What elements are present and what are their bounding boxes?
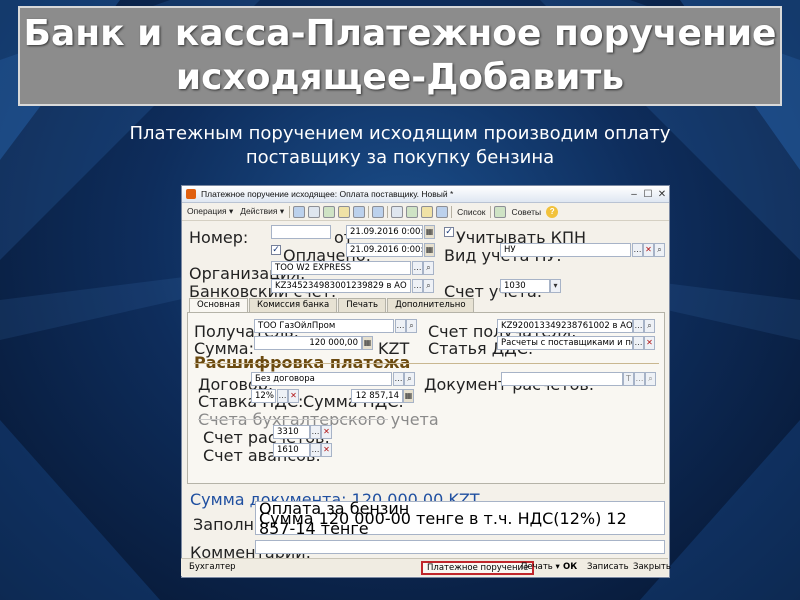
contract-input[interactable]: Без договора (251, 372, 392, 386)
tab-bar: Основная Комиссия банка Печать Дополните… (189, 298, 474, 312)
clear-icon[interactable]: ✕ (321, 425, 332, 439)
copy-icon[interactable] (293, 205, 306, 218)
comment-input[interactable] (255, 540, 665, 554)
select-button[interactable]: … (632, 243, 643, 257)
search-icon[interactable]: ⌕ (423, 279, 434, 293)
maximize-button[interactable]: ☐ (641, 188, 655, 201)
vat-sum-input[interactable]: 12 857,14 (351, 389, 403, 403)
close-button[interactable]: Закрыть (629, 561, 675, 575)
current-user: Бухгалтер (189, 562, 236, 572)
clear-icon[interactable]: ✕ (288, 389, 299, 403)
select-button[interactable]: … (633, 319, 644, 333)
recipient-input[interactable]: ТОО ГазОйлПром (254, 319, 394, 333)
tab-bank-commission[interactable]: Комиссия банка (249, 298, 338, 312)
section-divider (198, 419, 388, 420)
tab-main[interactable]: Основная (189, 298, 249, 312)
search-icon[interactable]: ⌕ (645, 372, 656, 386)
select-button[interactable]: … (412, 261, 423, 275)
search-icon[interactable]: ⌕ (423, 261, 434, 275)
window-titlebar[interactable]: Платежное поручение исходящее: Оплата по… (182, 186, 669, 203)
calculator-icon[interactable]: ▦ (403, 389, 414, 403)
tips-button[interactable]: Советы (509, 207, 543, 217)
section-divider (194, 363, 659, 364)
dds-input[interactable]: Расчеты с поставщиками и подрядчиками (497, 336, 633, 350)
close-window-button[interactable]: ✕ (655, 188, 669, 201)
help-icon[interactable]: ? (546, 205, 559, 218)
nu-input[interactable]: НУ (500, 243, 631, 257)
select-button[interactable]: … (634, 372, 645, 386)
bank-account-input[interactable]: KZ345234983001239829 в АО КФ Kz (271, 279, 411, 293)
clear-icon[interactable]: ✕ (321, 443, 332, 457)
account-select[interactable]: 1030 (500, 279, 550, 293)
toolbar-separator (387, 205, 389, 218)
slide-subtitle-line1: Платежным поручением исходящим производи… (129, 123, 671, 144)
settlement-doc-input[interactable] (501, 372, 623, 386)
slide-title-line1: Банк и касса-Платежное поручение (23, 13, 777, 54)
advance-account-input[interactable]: 1610 (273, 443, 310, 457)
recipient-account-input[interactable]: KZ920013349238761002 в АО КФ Kz (497, 319, 633, 333)
settlement-account-input[interactable]: 3310 (273, 425, 310, 439)
select-button[interactable]: … (633, 336, 644, 350)
slide-title-line2: исходящее-Добавить (175, 57, 625, 98)
status-bar: Бухгалтер Платежное поручение Печать ▾ О… (181, 558, 671, 576)
payment-purpose-textarea[interactable]: Оплата за бензин Сумма 120 000-00 тенге … (255, 501, 665, 538)
select-button[interactable]: … (393, 372, 404, 386)
type-icon[interactable]: T (623, 372, 634, 386)
date-input[interactable]: 21.09.2016 0:00:00 (346, 225, 423, 239)
vat-rate-input[interactable]: 12% (251, 389, 276, 403)
calendar-icon[interactable]: ▦ (424, 243, 435, 257)
tab-additional[interactable]: Дополнительно (387, 298, 474, 312)
tab-print[interactable]: Печать (338, 298, 387, 312)
toolbar-separator (368, 205, 370, 218)
operation-menu[interactable]: Операция ▾ (185, 206, 235, 217)
calculator-icon[interactable]: ▦ (362, 336, 373, 350)
chevron-down-icon[interactable]: ▾ (550, 279, 561, 293)
slide-title: Банк и касса-Платежное поручение исходящ… (18, 6, 782, 106)
save-icon[interactable] (338, 205, 351, 218)
search-icon[interactable]: ⌕ (654, 243, 665, 257)
clear-icon[interactable]: ✕ (644, 336, 655, 350)
movement-icon[interactable] (406, 205, 419, 218)
filter-icon[interactable] (372, 205, 385, 218)
paid-checkbox[interactable]: ✓ (271, 245, 281, 255)
select-button[interactable]: … (277, 389, 288, 403)
list-button[interactable]: Список (455, 207, 487, 217)
add-icon[interactable] (308, 205, 321, 218)
organization-input[interactable]: ТОО W2 EXPRESS (271, 261, 411, 275)
save-button[interactable]: Записать (583, 561, 633, 575)
app-icon (186, 189, 196, 199)
search-icon[interactable]: ⌕ (404, 372, 415, 386)
toolbar-separator (289, 205, 291, 218)
actions-menu[interactable]: Действия ▾ (238, 206, 286, 217)
select-button[interactable]: … (310, 443, 321, 457)
toolbar-separator (490, 205, 492, 218)
kpn-checkbox[interactable]: ✓ (444, 227, 454, 237)
payment-purpose-line2: Сумма 120 000-00 тенге в т.ч. НДС(12%) 1… (259, 509, 627, 538)
paid-date-input[interactable]: 21.09.2016 0:00:00 (346, 243, 423, 257)
edit-icon[interactable] (323, 205, 336, 218)
calendar-icon[interactable]: ▦ (424, 225, 435, 239)
number-input[interactable] (271, 225, 331, 239)
search-icon[interactable]: ⌕ (406, 319, 417, 333)
select-button[interactable]: … (412, 279, 423, 293)
ok-button[interactable]: ОК (559, 561, 581, 575)
select-button[interactable]: … (310, 425, 321, 439)
toolbar: Операция ▾ Действия ▾ Список Советы ? (182, 203, 669, 221)
dt-kt-icon[interactable] (421, 205, 434, 218)
refresh-icon[interactable] (353, 205, 366, 218)
select-button[interactable]: … (395, 319, 406, 333)
minimize-button[interactable]: – (627, 188, 641, 201)
print-icon[interactable] (436, 205, 449, 218)
sum-input[interactable]: 120 000,00 (254, 336, 362, 350)
print-menu-button[interactable]: Печать ▾ (517, 561, 564, 575)
search-icon[interactable]: ⌕ (644, 319, 655, 333)
window-title: Платежное поручение исходящее: Оплата по… (201, 189, 454, 199)
slide-subtitle-line2: поставщику за покупку бензина (245, 147, 555, 168)
slide-subtitle: Платежным поручением исходящим производи… (100, 122, 700, 170)
number-label: Номер: (189, 228, 249, 247)
toolbar-separator (451, 205, 453, 218)
sort-icon[interactable] (494, 205, 507, 218)
structure-icon[interactable] (391, 205, 404, 218)
clear-icon[interactable]: ✕ (643, 243, 654, 257)
